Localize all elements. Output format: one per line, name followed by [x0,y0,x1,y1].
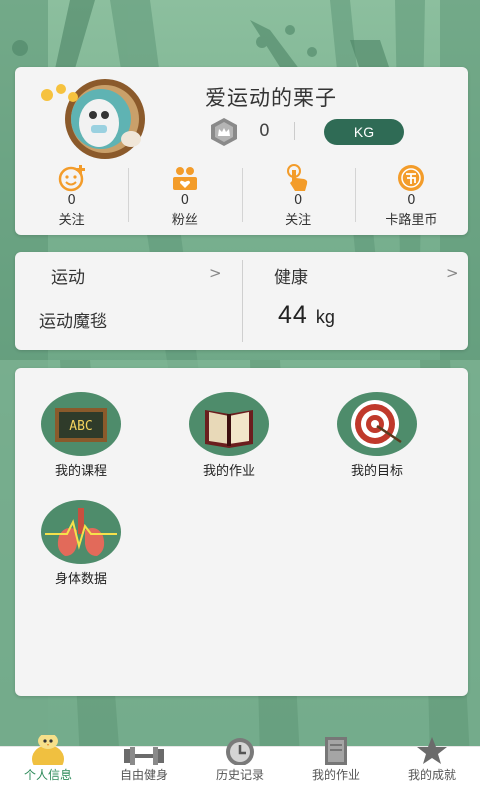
stat-count: 0 [67,193,76,208]
weight-unit: kg [315,307,335,327]
username: 爱运动的栗子 [205,86,337,110]
feature-my-homework[interactable]: 我的作业 [179,392,279,479]
lungs-icon [41,500,121,564]
chick-icon [32,735,64,765]
star-icon [417,737,447,764]
health-title: 健康 [274,268,308,288]
feature-body-data[interactable]: 身体数据 [31,500,131,587]
health-section[interactable]: 健康 > 44 kg [242,252,468,350]
feature-my-courses[interactable]: ABC 我的课程 [31,392,131,479]
stat-count: 0 [293,193,303,208]
nav-label: 我的作业 [311,768,360,782]
feature-label: 我的目标 [350,464,403,479]
smile-plus-icon [58,165,85,192]
unit-toggle-button[interactable]: KG [324,119,404,145]
stat-label: 卡路里币 [385,213,438,228]
history-icon [226,738,254,765]
nav-history[interactable]: 历史记录 [192,738,288,800]
sport-section[interactable]: 运动 > 运动魔毯 [15,252,242,350]
feature-label: 我的课程 [54,464,107,479]
sport-title: 运动 [51,268,85,288]
stat-calorie-coins[interactable]: 0 卡路里币 [354,164,468,228]
nav-label: 我的成就 [407,768,456,782]
stat-following[interactable]: 0 关注 [15,164,128,228]
crown-badge-icon [209,117,239,147]
svg-text:ABC: ABC [69,419,92,434]
chevron-right-icon: > [209,264,222,282]
abc-board-icon: ABC [41,392,121,456]
nav-my-homework[interactable]: 我的作业 [288,737,384,800]
weight-value: 44 [278,301,308,329]
avatar[interactable] [33,73,163,163]
crown-count: 0 [259,121,270,141]
stat-label: 关注 [58,213,85,228]
nav-label: 个人信息 [23,768,72,782]
sport-health-card: 运动 > 运动魔毯 健康 > 44 kg [15,252,468,350]
nav-free-fitness[interactable]: 自由健身 [96,747,192,800]
stat-following-2[interactable]: 0 关注 [241,164,355,228]
fans-icon [172,167,197,190]
stat-count: 0 [407,193,416,208]
weight-display: 44 kg [278,301,335,330]
stats-row: 0 关注 0 粉丝 0 关注 0 卡路里币 [15,164,468,228]
book-icon [189,392,269,456]
stat-count: 0 [180,193,190,208]
nav-personal-info[interactable]: 个人信息 [0,735,96,800]
chevron-right-icon: > [446,264,459,282]
stat-fans[interactable]: 0 粉丝 [128,164,241,228]
target-icon [337,392,417,456]
features-panel: ABC 我的课程 我的作业 我的目标 身体数据 [15,368,468,696]
dumbbell-icon [124,747,164,765]
pointer-icon [287,164,308,191]
feature-my-goals[interactable]: 我的目标 [327,392,427,479]
sport-device-name: 运动魔毯 [39,312,107,332]
nav-label: 历史记录 [215,768,264,782]
bottom-nav: 个人信息 自由健身 历史记录 我的作业 我的成就 [0,735,480,800]
nav-my-achievements[interactable]: 我的成就 [384,737,480,800]
nav-label: 自由健身 [119,768,168,782]
feature-label: 我的作业 [202,464,255,479]
divider [294,122,295,140]
stat-label: 关注 [285,213,312,228]
stat-label: 粉丝 [171,213,198,228]
coin-icon [398,165,425,191]
feature-label: 身体数据 [54,572,107,587]
profile-card: 爱运动的栗子 0 KG 0 关注 0 粉丝 0 关注 0 卡路里币 [15,67,468,235]
homework-icon [325,737,347,765]
